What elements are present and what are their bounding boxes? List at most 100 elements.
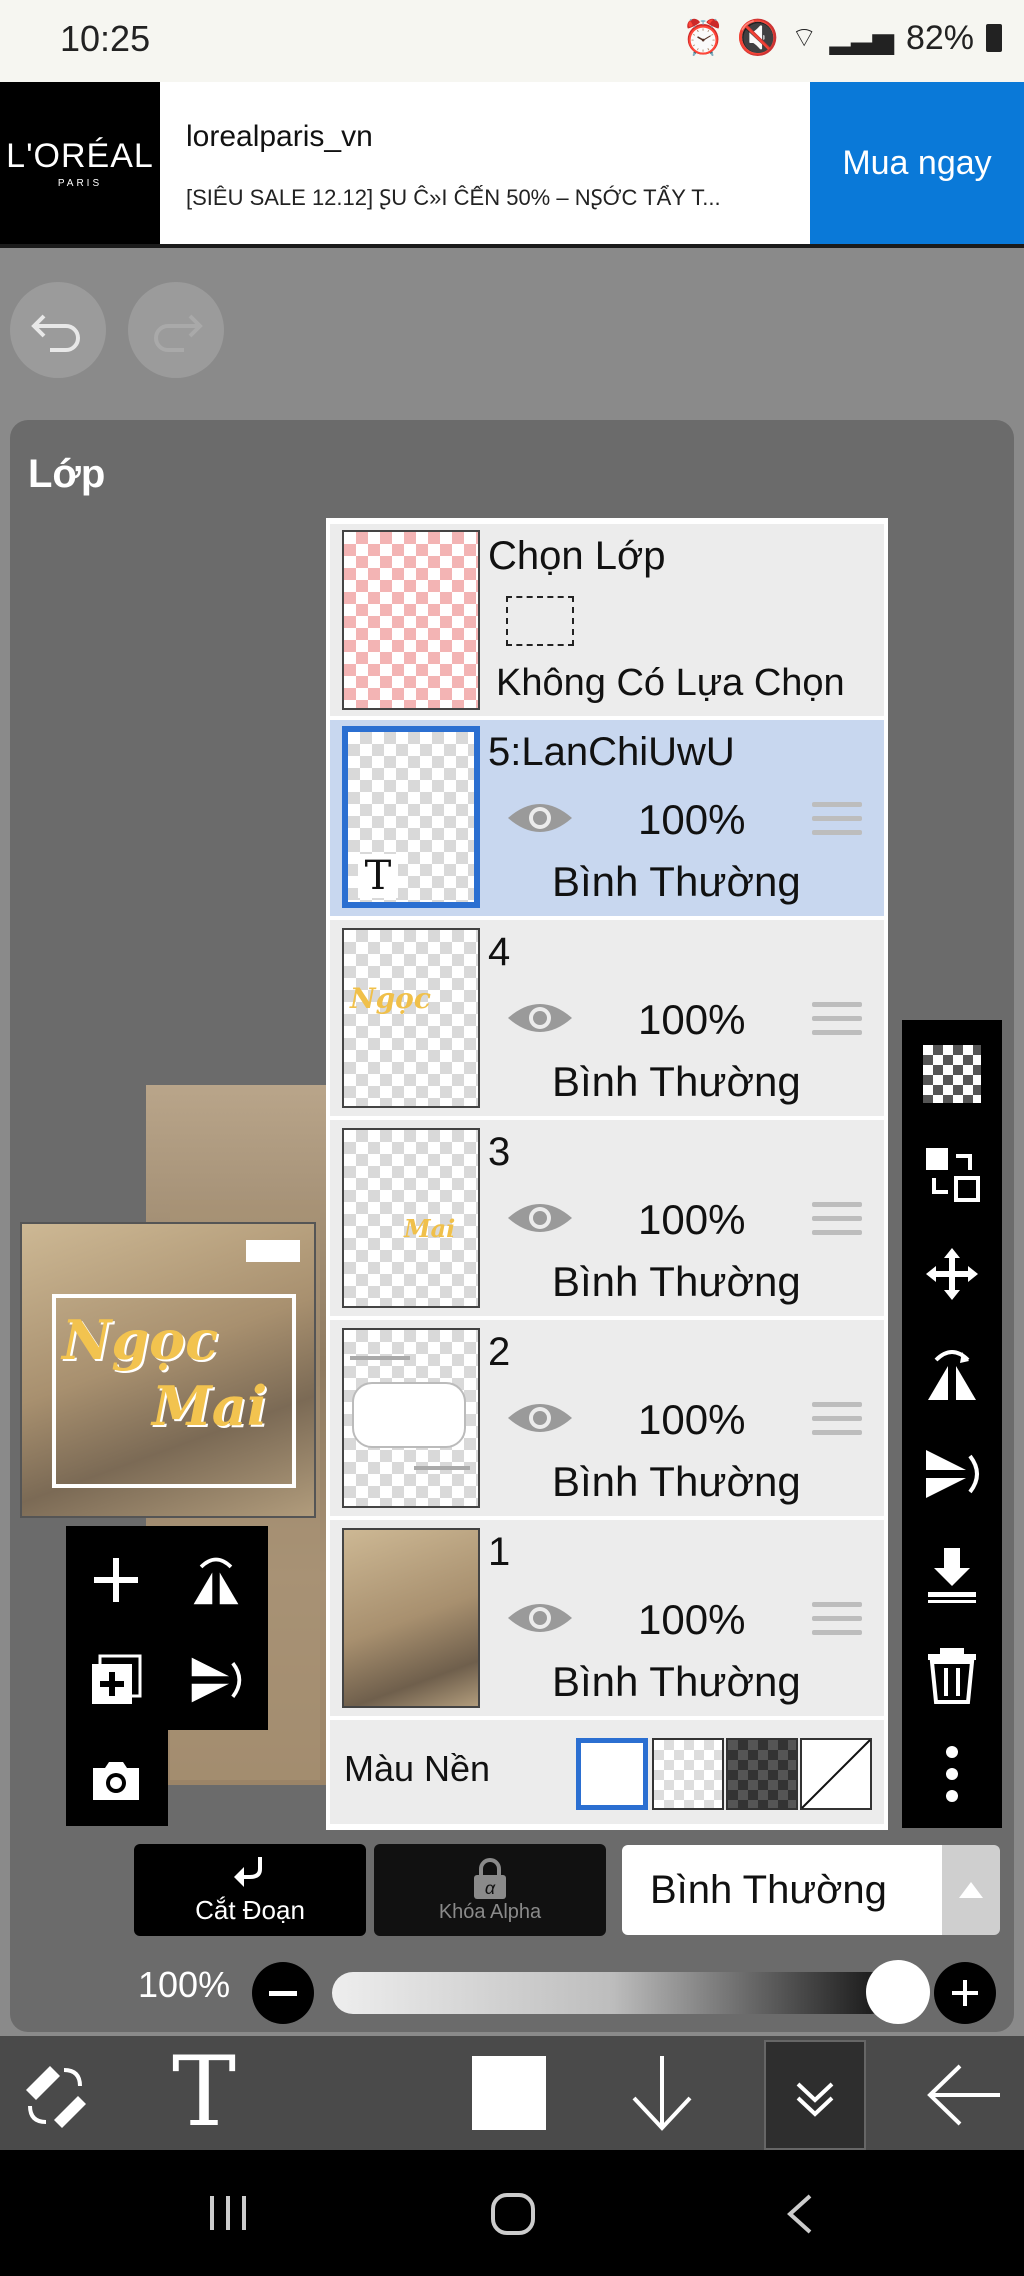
redo-icon [154,314,203,352]
opacity-slider[interactable] [332,1972,892,2014]
layer-name: 2 [488,1330,511,1374]
opacity-increase-button[interactable] [934,1962,996,2024]
background-color-label: Màu Nền [344,1748,491,1789]
battery-text: 82% [905,18,974,57]
trash-icon[interactable] [918,1640,986,1708]
bg-white-swatch[interactable] [576,1738,648,1810]
ad-logo-text: L'ORÉAL [6,137,154,175]
drag-handle-icon[interactable] [812,1602,862,1640]
text-tool-icon[interactable]: T [172,2044,236,2140]
layer-thumbnail [342,1528,480,1708]
layer-thumbnail: Mai [342,1128,480,1308]
text-layer-icon: T [358,854,398,898]
layer-row[interactable]: 1 100% Bình Thường [330,1520,884,1716]
redo-button[interactable] [128,282,224,378]
minus-icon [269,1990,297,1996]
blend-mode-dropdown[interactable] [942,1845,1000,1935]
ad-logo[interactable]: L'ORÉAL PARIS [0,82,160,244]
swap-layers-icon[interactable] [918,1140,986,1208]
layer-thumbnail [342,1328,480,1508]
undo-icon [31,314,80,352]
alpha-lock-button[interactable]: α Khóa Alpha [374,1844,606,1936]
eye-icon[interactable] [506,1198,574,1238]
canvas-top-area [0,248,1024,418]
eye-icon[interactable] [506,1398,574,1438]
add-layer-icon[interactable] [84,1548,148,1612]
blend-mode-select[interactable]: Bình Thường [622,1845,942,1935]
opacity-decrease-button[interactable] [252,1962,314,2024]
drag-handle-icon[interactable] [812,1202,862,1240]
layer-opacity: 100% [638,1396,746,1443]
clip-arrow-icon [234,1856,262,1887]
double-chevron-down-icon [796,2082,834,2117]
bg-transparent-light-swatch[interactable] [652,1738,724,1810]
wifi-icon: ⌔ [791,21,818,53]
thumbnail-art-text: Mai [404,1214,456,1243]
drag-handle-icon[interactable] [812,802,862,840]
arrow-down-icon[interactable] [626,2054,698,2134]
preview-text-2: Mai [152,1374,268,1438]
layer-row[interactable]: Ngọc 4 100% Bình Thường [330,920,884,1116]
drag-handle-icon[interactable] [812,1402,862,1440]
layer-name: 1 [488,1530,511,1574]
back-nav-icon[interactable] [784,2192,814,2236]
opacity-slider-knob[interactable] [866,1960,930,2024]
layer-row[interactable]: Mai 3 100% Bình Thường [330,1120,884,1316]
ad-banner[interactable]: L'ORÉAL PARIS lorealparis_vn [SIÊU SALE … [0,82,1024,248]
status-bar: 10:25 ⏰ 🔇 ⌔ ▂▃▅ 82% [0,0,1024,82]
signal-icon: ▂▃▅ [829,22,894,54]
transparency-icon[interactable] [918,1040,986,1108]
thumbnail-line [350,1356,410,1360]
drag-handle-icon[interactable] [812,1002,862,1040]
flip-vertical-small-icon[interactable] [184,1648,248,1712]
eraser-swap-icon[interactable] [20,2060,92,2132]
clock: 10:25 [60,18,151,59]
undo-button[interactable] [10,282,106,378]
triangle-up-icon [959,1882,983,1898]
selection-marquee-icon [506,596,574,646]
bg-transparent-dark-swatch[interactable] [726,1738,798,1810]
flip-vertical-icon[interactable] [918,1440,986,1508]
layer-tools-toolbar [902,1020,1002,1828]
battery-icon [986,24,1002,52]
thumbnail-line [414,1466,470,1470]
lock-icon: α [474,1857,506,1899]
duplicate-layer-icon[interactable] [84,1648,148,1712]
ad-description[interactable]: [SIÊU SALE 12.12] ꟅU Ĉ»I ĈẾN 50% – NꟅỚC … [186,182,721,212]
layer-add-toolbar [66,1526,268,1826]
more-options-icon[interactable] [918,1740,986,1808]
merge-down-icon[interactable] [918,1540,986,1608]
ad-handle[interactable]: lorealparis_vn [186,120,373,154]
clipping-button[interactable]: Cắt Đoạn [134,1844,366,1936]
alpha-lock-label: Khóa Alpha [438,1900,542,1923]
clipping-label: Cắt Đoạn [195,1894,305,1925]
canvas-preview[interactable]: Ngọc Mai [20,1222,316,1518]
flip-horizontal-small-icon[interactable] [184,1548,248,1612]
layer-row[interactable]: T 5:LanChiUwU 100% Bình Thường [330,720,884,916]
bg-none-swatch[interactable] [800,1738,872,1810]
eye-icon[interactable] [506,1598,574,1638]
layer-row[interactable]: 2 100% Bình Thường [330,1320,884,1516]
layer-name: 5:LanChiUwU [488,730,735,774]
layer-opacity: 100% [638,1196,746,1243]
ad-cta-button[interactable]: Mua ngay [810,82,1024,244]
home-icon[interactable] [490,2192,536,2236]
color-swatch[interactable] [472,2056,546,2130]
flip-horizontal-icon[interactable] [918,1340,986,1408]
selection-layer-row[interactable]: Chọn Lớp Không Có Lựa Chọn [330,524,884,716]
back-arrow-icon[interactable] [924,2060,1004,2130]
move-icon[interactable] [918,1240,986,1308]
selection-layer-title: Chọn Lớp [488,534,666,578]
layer-thumbnail: Ngọc [342,928,480,1108]
panel-title: Lớp [28,452,106,496]
eye-icon[interactable] [506,798,574,838]
recent-apps-icon[interactable] [208,2194,248,2232]
layers-button[interactable] [764,2040,866,2150]
eye-icon[interactable] [506,998,574,1038]
camera-icon[interactable] [84,1748,148,1812]
selection-layer-subtitle: Không Có Lựa Chọn [496,662,845,704]
ad-logo-sub: PARIS [57,178,103,189]
bottom-toolbar: T [0,2036,1024,2150]
alarm-icon: ⏰ [682,19,725,57]
layer-opacity: 100% [638,996,746,1043]
